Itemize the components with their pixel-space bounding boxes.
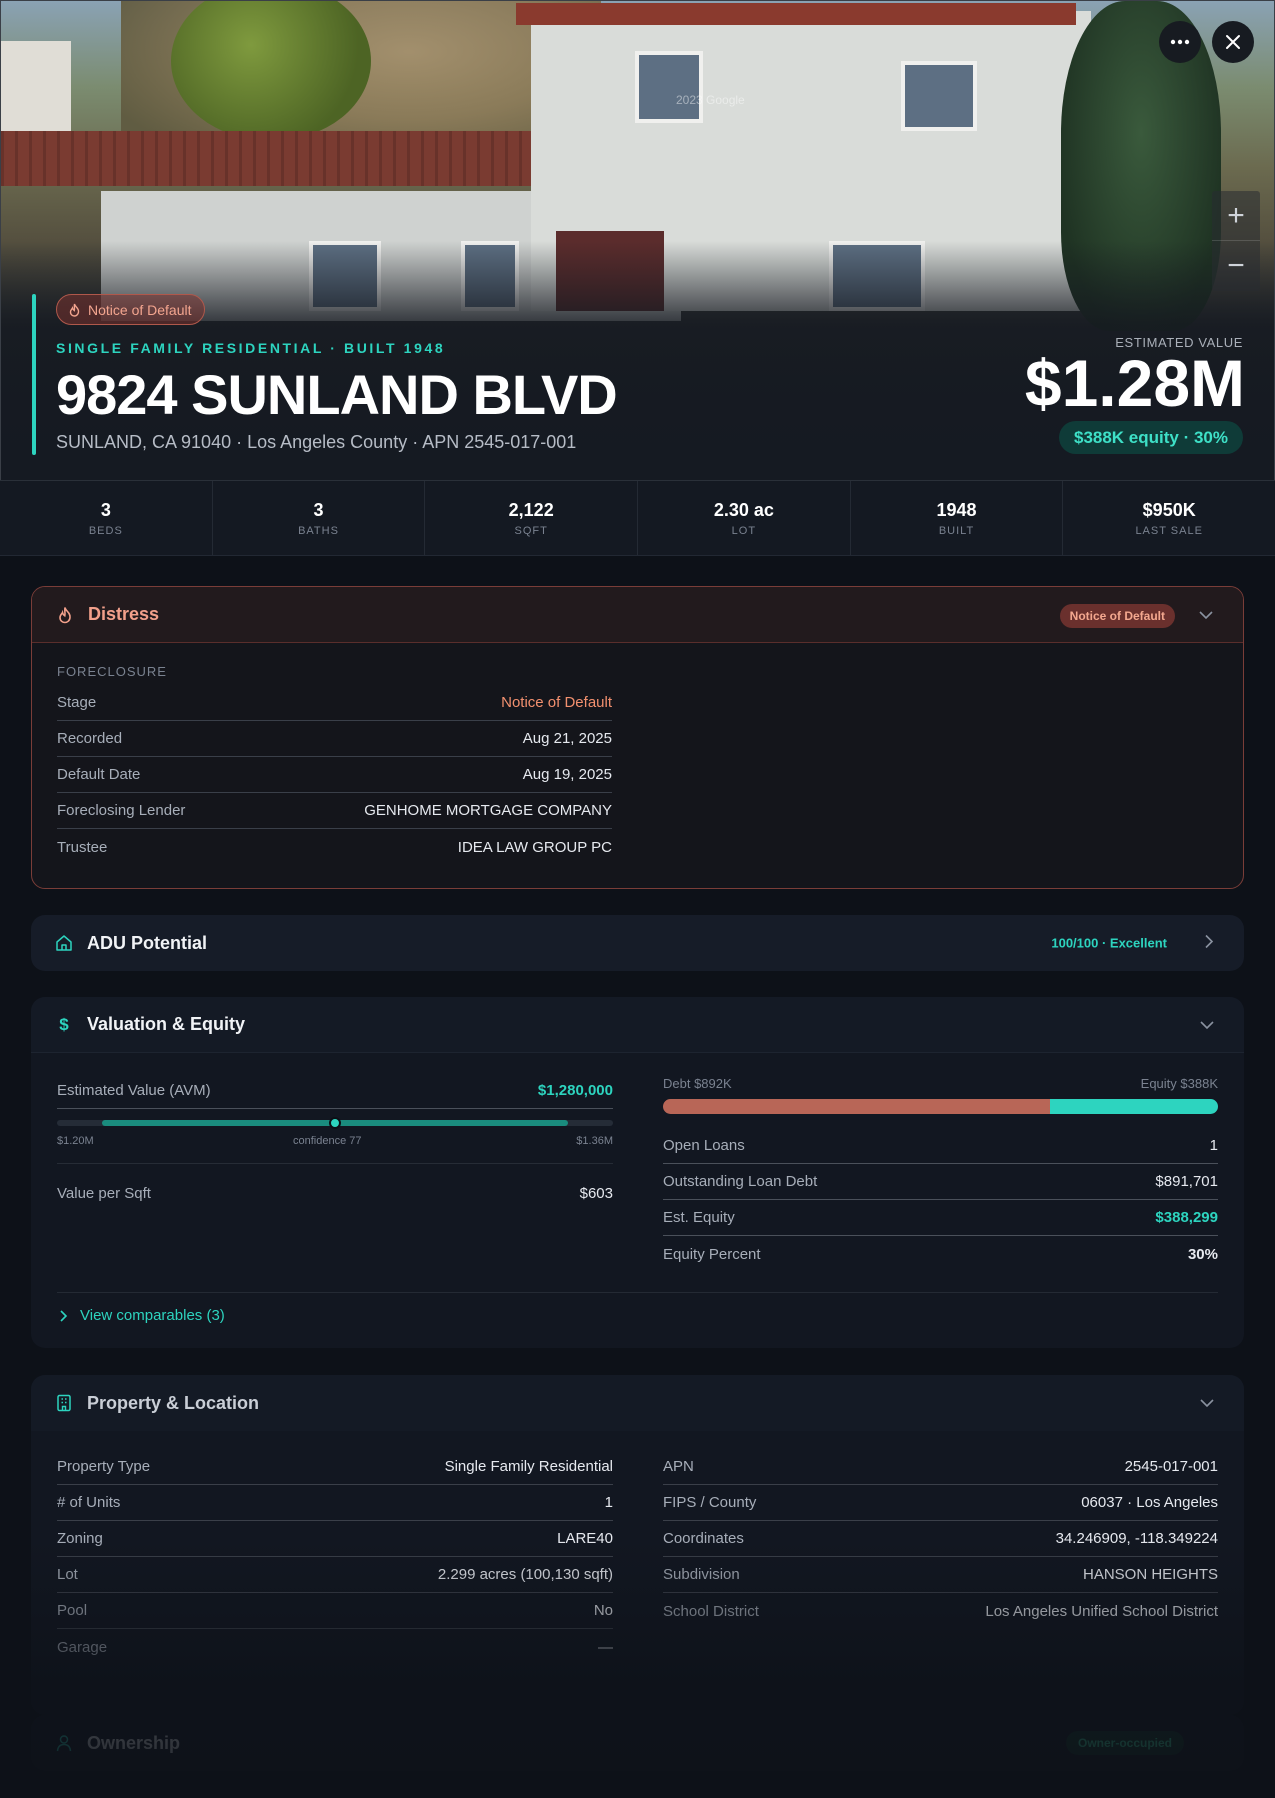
- home-icon: [55, 934, 73, 952]
- estimated-value: $1.28M: [1024, 346, 1245, 420]
- debt-equity-bar: [663, 1099, 1218, 1114]
- property-left-list: Property Type Single Family Residential #…: [57, 1449, 613, 1665]
- property-subtitle: SINGLE FAMILY RESIDENTIAL · BUILT 1948: [56, 340, 446, 356]
- chevron-down-icon[interactable]: [1200, 1395, 1214, 1411]
- adu-card[interactable]: ADU Potential 100/100 · Excellent: [31, 915, 1244, 971]
- property-address: 9824 SUNLAND BLVD: [56, 363, 618, 426]
- distress-card: Distress Notice of Default FORECLOSURE S…: [31, 586, 1244, 889]
- stat-beds: 3 BEDS: [0, 481, 213, 555]
- table-row: Recorded Aug 21, 2025: [57, 721, 612, 757]
- dollar-icon: $: [59, 1014, 69, 1034]
- adu-score: 100/100 · Excellent: [1051, 935, 1167, 951]
- distress-status-badge: Notice of Default: [1059, 604, 1175, 628]
- chevron-down-icon[interactable]: [1199, 607, 1213, 623]
- table-row: APN 2545-017-001: [663, 1449, 1218, 1485]
- foreclosure-label: FORECLOSURE: [57, 664, 167, 679]
- avm-row: Estimated Value (AVM) $1,280,000: [57, 1073, 613, 1109]
- distress-badge-label: Notice of Default: [88, 301, 192, 318]
- debt-label: Debt $892K: [663, 1076, 732, 1091]
- table-row: Outstanding Loan Debt $891,701: [663, 1164, 1218, 1200]
- stat-lot: 2.30 ac LOT: [638, 481, 851, 555]
- table-row: Stage Notice of Default: [57, 685, 612, 721]
- stat-baths: 3 BATHS: [213, 481, 426, 555]
- close-button[interactable]: [1212, 21, 1254, 63]
- ownership-header[interactable]: Ownership Owner-occupied: [31, 1715, 1244, 1771]
- flame-icon: [56, 606, 74, 624]
- close-icon: [1226, 35, 1240, 49]
- table-row: Default Date Aug 19, 2025: [57, 757, 612, 793]
- debt-segment: [663, 1099, 1050, 1114]
- vps-row: Value per Sqft $603: [57, 1184, 613, 1202]
- chevron-right-icon[interactable]: [1205, 934, 1214, 952]
- table-row: # of Units 1: [57, 1485, 613, 1521]
- adu-header[interactable]: ADU Potential 100/100 · Excellent: [31, 915, 1244, 971]
- confidence-label: confidence 77: [293, 1135, 362, 1147]
- stat-sqft: 2,122 SQFT: [425, 481, 639, 555]
- table-row: Zoning LARE40: [57, 1521, 613, 1557]
- stat-last-sale: $950K LAST SALE: [1135, 499, 1203, 537]
- ownership-title: Ownership: [87, 1732, 181, 1753]
- more-options-button[interactable]: [1159, 21, 1201, 63]
- distress-badge: Notice of Default: [56, 294, 205, 325]
- chevron-right-icon: [60, 1309, 68, 1322]
- vps-block: Value per Sqft $603: [57, 1175, 613, 1211]
- table-row: Garage —: [57, 1638, 613, 1656]
- equity-label: Equity $388K: [1140, 1076, 1218, 1091]
- equity-pill: $388K equity · 30%: [1058, 421, 1243, 454]
- confidence-marker: [329, 1117, 341, 1129]
- property-header[interactable]: Property & Location: [31, 1375, 1244, 1431]
- table-row: Est. Equity $388,299: [663, 1200, 1218, 1236]
- stat-built: 1948 BUILT: [851, 481, 1064, 555]
- ellipsis-icon: [1170, 39, 1190, 45]
- table-row: Open Loans 1: [663, 1128, 1218, 1164]
- view-comparables-link[interactable]: View comparables (3): [60, 1307, 225, 1324]
- photo-watermark: 2023 Google: [676, 93, 745, 107]
- owner-occupied-badge: Owner-occupied: [1065, 1731, 1184, 1755]
- range-high: $1.36M: [576, 1135, 613, 1147]
- avm-block: Estimated Value (AVM) $1,280,000: [57, 1073, 613, 1109]
- table-row: Foreclosing Lender GENHOME MORTGAGE COMPA…: [57, 793, 612, 829]
- building-icon: [55, 1394, 73, 1412]
- equity-segment: [1049, 1099, 1218, 1114]
- distress-title: Distress: [88, 604, 160, 624]
- stats-bar: 3 BEDS 3 BATHS 2,122 SQFT 2.30 ac LOT 1948 BU…: [0, 480, 1275, 556]
- property-right-list: APN 2545-017-001 FIPS / County 06037 · Los…: [663, 1449, 1218, 1629]
- table-row: FIPS / County 06037 · Los Angeles: [663, 1485, 1218, 1521]
- adu-title: ADU Potential: [87, 932, 208, 953]
- flame-icon: [69, 303, 80, 317]
- table-row: Coordinates 34.246909, -118.349224: [663, 1521, 1218, 1557]
- valuation-title: Valuation & Equity: [87, 1014, 246, 1034]
- table-row: Pool No: [57, 1593, 613, 1629]
- foreclosure-section: FORECLOSURE Stage Notice of Default Recor…: [57, 664, 612, 865]
- zoom-out-button[interactable]: −: [1212, 241, 1260, 291]
- view-comparables-label: View comparables (3): [80, 1307, 225, 1324]
- table-row: Lot 2.299 acres (100,130 sqft): [57, 1557, 613, 1593]
- valuation-header[interactable]: $ Valuation & Equity: [31, 997, 1244, 1053]
- table-row: Equity Percent 30%: [663, 1245, 1218, 1263]
- table-row: Trustee IDEA LAW GROUP PC: [57, 838, 612, 856]
- person-icon: [55, 1734, 73, 1752]
- table-row: Property Type Single Family Residential: [57, 1449, 613, 1485]
- table-row: School District Los Angeles Unified Schoo…: [663, 1602, 1218, 1620]
- property-title: Property & Location: [87, 1392, 260, 1413]
- table-row: Subdivision HANSON HEIGHTS: [663, 1557, 1218, 1593]
- loan-rows: Open Loans 1 Outstanding Loan Debt $891,70…: [663, 1128, 1218, 1272]
- chevron-down-icon[interactable]: [1200, 1017, 1214, 1033]
- distress-header[interactable]: Distress Notice of Default: [32, 587, 1243, 643]
- accent-bar: [32, 294, 36, 455]
- ownership-card[interactable]: Ownership Owner-occupied: [31, 1715, 1244, 1771]
- property-subaddress: SUNLAND, CA 91040 · Los Angeles County ·…: [56, 432, 577, 452]
- range-low: $1.20M: [57, 1135, 94, 1147]
- zoom-in-button[interactable]: +: [1212, 191, 1260, 241]
